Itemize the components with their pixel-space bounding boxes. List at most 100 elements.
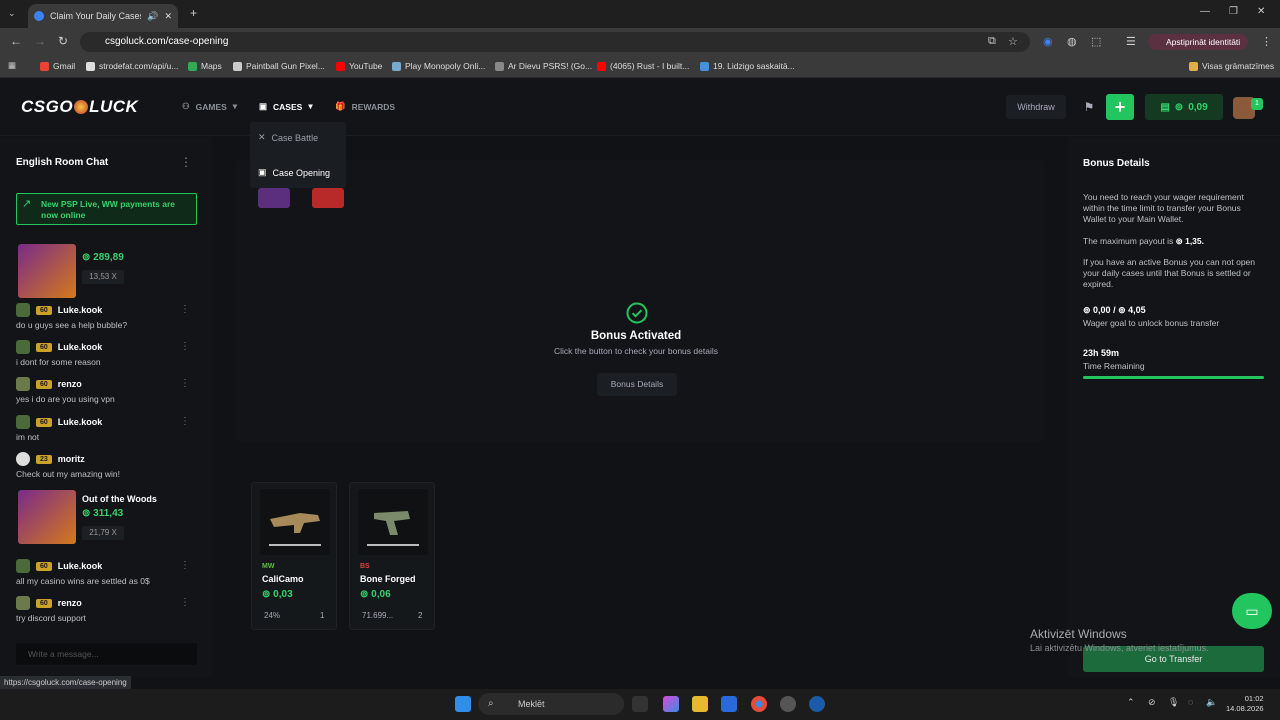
menu-icon[interactable]: ⋮	[1261, 35, 1272, 48]
message-menu-icon[interactable]: ⋮	[180, 416, 190, 427]
tray-chevron-icon[interactable]: ⌃	[1127, 697, 1135, 708]
pistol-icon	[374, 511, 410, 535]
menu-item-case-battle[interactable]: ✕ Case Battle	[258, 132, 318, 143]
apps-icon[interactable]: ▦	[8, 60, 16, 71]
message-menu-icon[interactable]: ⋮	[180, 341, 190, 352]
avatar[interactable]	[16, 377, 30, 391]
chat-input[interactable]: Write a message...	[16, 643, 197, 665]
deposit-plus-button[interactable]: +	[1106, 94, 1134, 120]
avatar[interactable]	[16, 452, 30, 466]
file-explorer-icon[interactable]	[692, 696, 708, 712]
support-chat-button[interactable]: ▭	[1232, 593, 1272, 629]
bookmark-paintball[interactable]: Paintball Gun Pixel...	[233, 61, 325, 71]
tab-list-icon[interactable]: ⌄	[8, 8, 16, 19]
win-card[interactable]: Out of the Woods ⊚ 311,43 21,79 X	[16, 490, 196, 546]
browser-tab[interactable]: Claim Your Daily Cases - CS 🔊 ✕	[28, 4, 178, 28]
bookmark-maps[interactable]: Maps	[188, 61, 222, 71]
username[interactable]: Luke.kook	[58, 417, 103, 427]
new-tab-icon[interactable]: +	[190, 6, 197, 20]
withdraw-button[interactable]: Withdraw	[1006, 95, 1066, 119]
bonus-details-button[interactable]: Bonus Details	[597, 373, 677, 396]
case-thumbnail[interactable]	[258, 188, 290, 208]
avatar[interactable]	[16, 596, 30, 610]
profile-button[interactable]: Apstiprināt identitāti	[1148, 34, 1248, 50]
mic-icon[interactable]: 🎙	[1168, 697, 1179, 708]
item-odds: 71.699...	[362, 611, 394, 620]
username[interactable]: Luke.kook	[58, 305, 103, 315]
chat-message: 60 Luke.kook do u guys see a help bubble?…	[16, 303, 196, 330]
message-menu-icon[interactable]: ⋮	[180, 378, 190, 389]
nav-cases[interactable]: ▣ CASES ▾	[259, 101, 313, 112]
message-menu-icon[interactable]: ⋮	[180, 597, 190, 608]
bookmark-monopoly[interactable]: Play Monopoly Onli...	[392, 61, 485, 71]
nav-rewards[interactable]: 🎁 REWARDS	[335, 101, 395, 112]
username[interactable]: Luke.kook	[58, 342, 103, 352]
close-tab-icon[interactable]: ✕	[164, 11, 172, 22]
chat-menu-icon[interactable]: ⋮	[180, 155, 192, 169]
avatar[interactable]	[16, 303, 30, 317]
minimize-icon[interactable]: —	[1200, 6, 1210, 17]
item-card[interactable]: BS Bone Forged ⊚ 0,06 71.699... 2	[349, 482, 435, 630]
item-card[interactable]: MW CaliCamo ⊚ 0,03 24% 1	[251, 482, 337, 630]
message-menu-icon[interactable]: ⋮	[180, 304, 190, 315]
steam-icon[interactable]	[809, 696, 825, 712]
case-thumbnail[interactable]	[312, 188, 344, 208]
extension2-icon[interactable]: ◍	[1067, 35, 1077, 48]
bookmark-strodefat[interactable]: strodefat.com/api/u...	[86, 61, 178, 71]
win-multiplier: 21,79 X	[82, 526, 124, 540]
extension-icon[interactable]: ◉	[1043, 35, 1053, 48]
site-logo[interactable]: CSGO LUCK	[21, 97, 138, 117]
avatar[interactable]	[16, 559, 30, 573]
activation-watermark-sub: Lai aktivizētu Windows, atveriet iestatī…	[1030, 643, 1209, 653]
username[interactable]: Luke.kook	[58, 561, 103, 571]
username[interactable]: renzo	[58, 598, 82, 608]
bookmark-gmail[interactable]: Gmail	[40, 61, 75, 71]
copilot-icon[interactable]	[663, 696, 679, 712]
task-view-icon[interactable]	[632, 696, 648, 712]
volume-icon[interactable]: 🔈	[1206, 697, 1217, 708]
gift-button[interactable]: ⚑	[1077, 95, 1101, 119]
message-menu-icon[interactable]: ⋮	[180, 560, 190, 571]
level-badge: 1	[1251, 98, 1263, 110]
username[interactable]: renzo	[58, 379, 82, 389]
nav-games[interactable]: ⚇ GAMES ▾	[182, 101, 237, 112]
bookmark-star-icon[interactable]: ☆	[1008, 35, 1018, 48]
store-icon[interactable]	[721, 696, 737, 712]
bookmark-psrs[interactable]: Ar Dievu PSRS! (Go...	[495, 61, 592, 71]
all-bookmarks[interactable]: Visas grāmatzīmes	[1189, 61, 1274, 71]
bonus-panel	[236, 160, 1044, 442]
close-window-icon[interactable]: ✕	[1257, 6, 1265, 17]
time-remaining-label: Time Remaining	[1083, 361, 1145, 371]
back-icon[interactable]: ←	[10, 34, 22, 48]
puzzle-icon[interactable]: ⬚	[1091, 35, 1101, 48]
taskbar-search[interactable]: Meklēt	[478, 693, 624, 715]
url-text: csgoluck.com/case-opening	[105, 36, 229, 47]
bookmark-youtube[interactable]: YouTube	[336, 61, 382, 71]
status-bar-url: https://csgoluck.com/case-opening	[0, 676, 131, 689]
message-text: try discord support	[16, 613, 86, 623]
chrome-icon[interactable]	[751, 696, 767, 712]
install-icon[interactable]: ⧉	[988, 35, 996, 48]
check-circle-icon	[626, 302, 648, 324]
menu-item-case-opening[interactable]: ▣ Case Opening	[258, 167, 330, 178]
forward-icon[interactable]: →	[34, 34, 46, 48]
win-card[interactable]: ⊚ 289,89 13,53 X	[16, 244, 196, 300]
windows-start-icon[interactable]	[455, 696, 471, 712]
network-icon[interactable]: ⊘	[1148, 697, 1156, 708]
avatar[interactable]	[16, 415, 30, 429]
system-clock[interactable]: 01:02 14.08.2026	[1226, 694, 1264, 714]
maximize-icon[interactable]: ❐	[1229, 6, 1238, 17]
balance-button[interactable]: ▤ ⊚ 0,09	[1145, 94, 1223, 120]
rifle-icon	[270, 513, 320, 533]
bookmark-folder[interactable]: 19. Lidzigo saskaitā...	[700, 61, 795, 71]
bookmark-rust[interactable]: (4065) Rust - I built...	[597, 61, 689, 71]
avatar[interactable]	[16, 340, 30, 354]
game-thumbnail	[18, 490, 76, 544]
reload-icon[interactable]: ↻	[58, 34, 68, 48]
wifi-icon[interactable]: ◌	[1188, 697, 1193, 707]
audio-icon[interactable]: 🔊	[147, 11, 158, 22]
reading-list-icon[interactable]: ☰	[1126, 35, 1136, 48]
username[interactable]: moritz	[58, 454, 85, 464]
address-bar[interactable]: csgoluck.com/case-opening	[80, 32, 1030, 52]
app-icon[interactable]	[780, 696, 796, 712]
